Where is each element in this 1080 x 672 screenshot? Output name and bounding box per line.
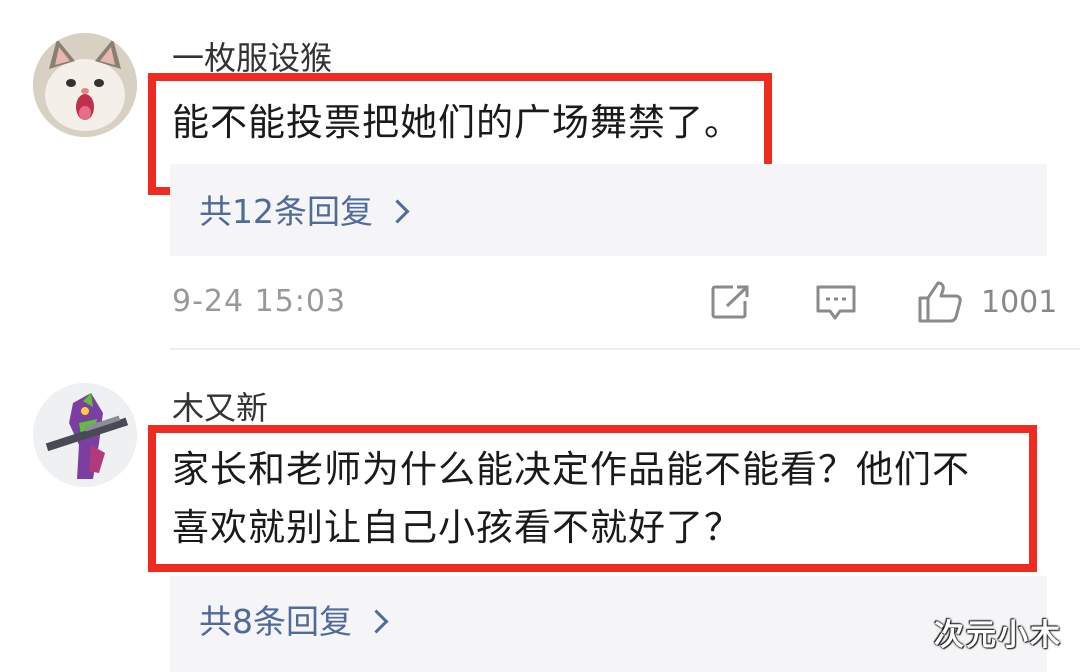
thumbs-up-icon	[918, 281, 962, 323]
timestamp: 9-24 15:03	[172, 284, 347, 319]
avatar[interactable]	[33, 383, 137, 487]
comment-content: 能不能投票把她们的广场舞禁了。	[172, 101, 742, 144]
avatar[interactable]	[33, 33, 137, 137]
chevron-right-icon	[364, 609, 389, 634]
like-count: 1001	[981, 285, 1058, 320]
chevron-right-icon	[385, 199, 410, 224]
mecha-avatar-icon	[33, 383, 137, 487]
comment-content: 家长和老师为什么能决定作品能不能看？他们不 喜欢就别让自己小孩看不就好了？	[172, 441, 970, 557]
share-icon[interactable]	[711, 284, 751, 320]
username[interactable]: 一枚服设猴	[172, 42, 332, 74]
comment-line: 家长和老师为什么能决定作品能不能看？他们不	[172, 448, 970, 491]
view-replies-link[interactable]: 共12条回复	[199, 192, 410, 231]
divider	[170, 348, 1080, 350]
cat-avatar-icon	[33, 33, 137, 137]
watermark: 次元小木	[934, 618, 1062, 653]
username[interactable]: 木又新	[172, 392, 268, 424]
reply-count-label: 共8条回复	[199, 602, 352, 641]
reply-count-label: 共12条回复	[199, 192, 373, 231]
view-replies-link[interactable]: 共8条回复	[199, 602, 389, 641]
comment-line: 喜欢就别让自己小孩看不就好了？	[172, 506, 742, 549]
comment-icon[interactable]	[815, 284, 857, 322]
like-button[interactable]: 1001	[917, 280, 1057, 324]
